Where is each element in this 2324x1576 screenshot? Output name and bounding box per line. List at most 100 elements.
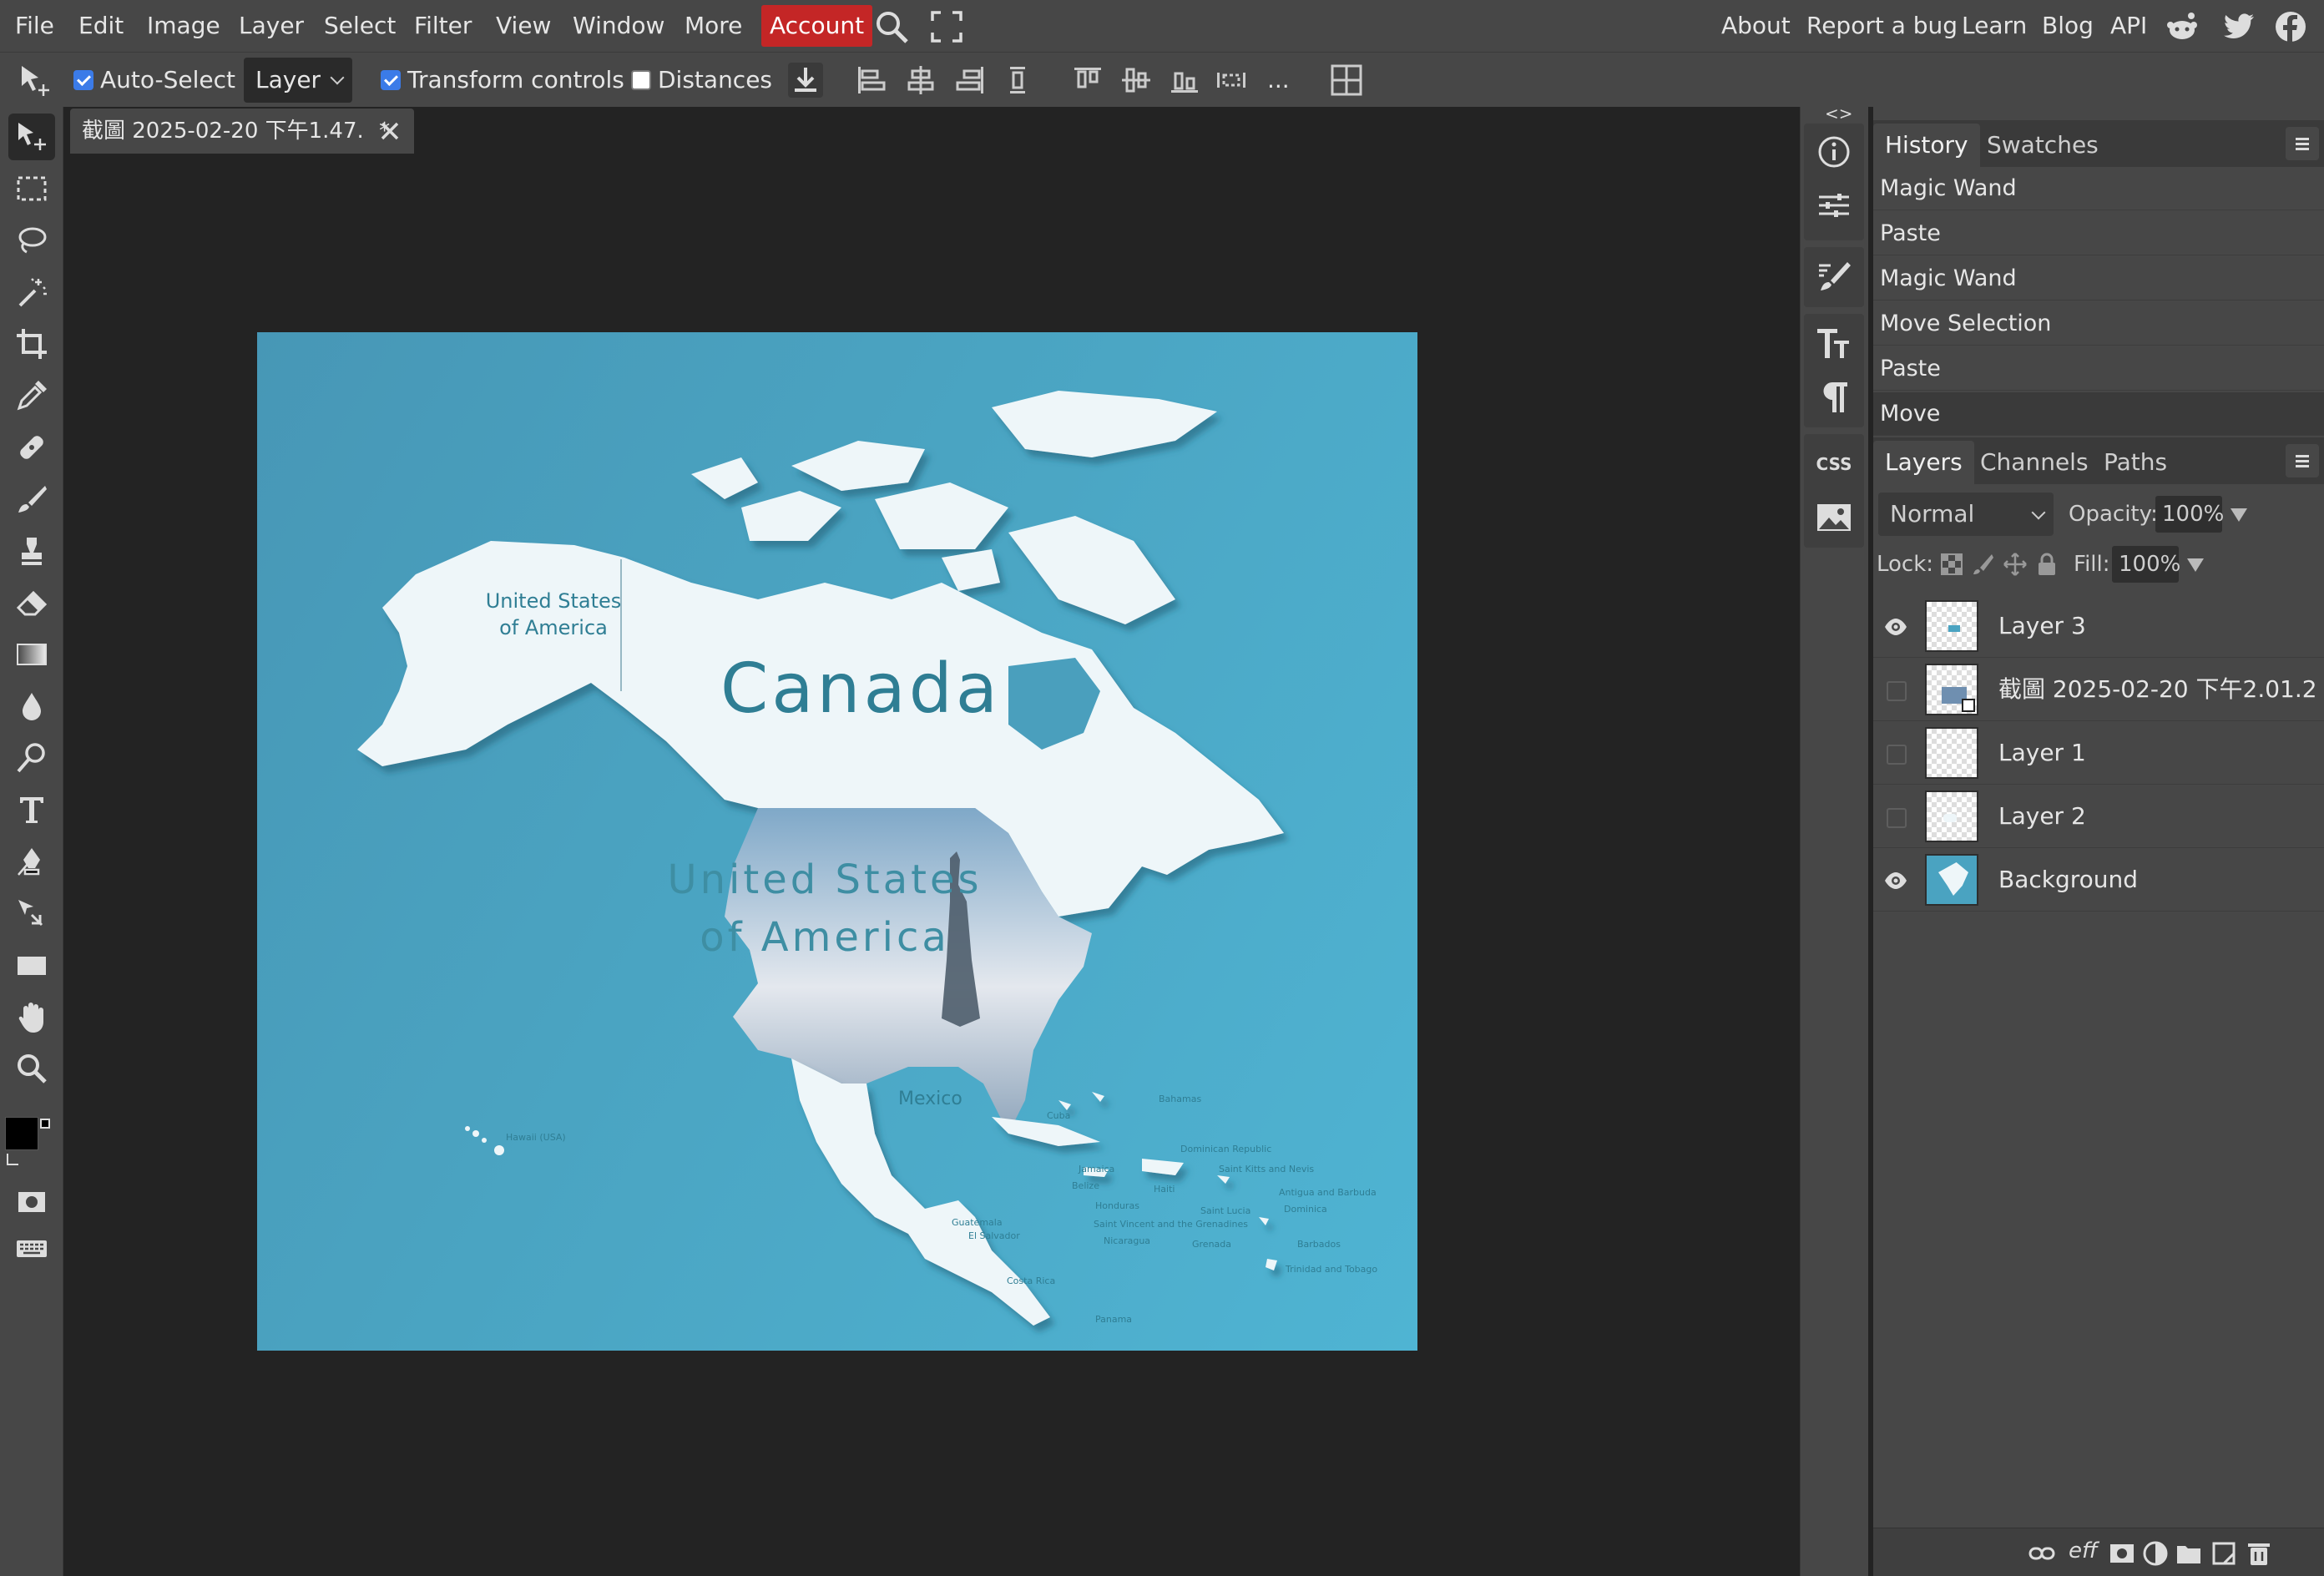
- reddit-icon[interactable]: [2165, 10, 2199, 43]
- lock-pixels-icon[interactable]: [1972, 553, 1995, 576]
- history-item[interactable]: Paste: [1873, 347, 2324, 391]
- zoom-tool[interactable]: [8, 1045, 55, 1092]
- align-left-icon[interactable]: [853, 63, 888, 98]
- history-item-current[interactable]: Move: [1873, 392, 2324, 436]
- menu-report-bug[interactable]: Report a bug: [1806, 0, 1958, 52]
- close-icon[interactable]: [376, 117, 404, 145]
- css-panel-button[interactable]: CSS: [1809, 439, 1859, 489]
- menu-about[interactable]: About: [1721, 0, 1791, 52]
- type-tool[interactable]: [8, 786, 55, 833]
- gradient-tool[interactable]: [8, 631, 55, 678]
- fill-dropdown-icon[interactable]: [2187, 558, 2204, 572]
- collapse-left-panel-icon[interactable]: <>: [1825, 104, 1853, 124]
- pen-tool[interactable]: [8, 838, 55, 885]
- menu-select[interactable]: Select: [324, 0, 396, 52]
- distribute-vertical-icon[interactable]: [1000, 63, 1035, 98]
- menu-more[interactable]: More: [685, 0, 742, 52]
- hand-tool[interactable]: [8, 993, 55, 1040]
- layer-visibility-toggle[interactable]: [1887, 681, 1907, 701]
- document-tab[interactable]: 截圖 2025-02-20 下午1.47. *: [70, 109, 414, 154]
- new-layer-icon[interactable]: [2210, 1540, 2237, 1567]
- layer-row[interactable]: Layer 2: [1873, 785, 2324, 848]
- align-middle-vertical-icon[interactable]: [1119, 63, 1154, 98]
- tab-layers[interactable]: Layers: [1873, 441, 1974, 484]
- info-panel-button[interactable]: [1809, 127, 1859, 177]
- layer-row[interactable]: Background: [1873, 848, 2324, 912]
- clone-stamp-tool[interactable]: [8, 528, 55, 574]
- tab-history[interactable]: History: [1873, 124, 1980, 167]
- menu-view[interactable]: View: [496, 0, 551, 52]
- layer-visibility-toggle[interactable]: [1887, 745, 1907, 765]
- layer-row[interactable]: Layer 1: [1873, 721, 2324, 785]
- rectangle-tool[interactable]: [8, 942, 55, 988]
- paragraph-panel-button[interactable]: [1809, 372, 1859, 422]
- menu-filter[interactable]: Filter: [414, 0, 472, 52]
- auto-select-checkbox[interactable]: [73, 70, 93, 90]
- facebook-icon[interactable]: [2274, 10, 2307, 43]
- adjustment-layer-icon[interactable]: [2142, 1540, 2169, 1567]
- keyboard-button[interactable]: [8, 1225, 55, 1272]
- eye-icon[interactable]: [1883, 868, 1908, 893]
- default-colors-icon[interactable]: [7, 1154, 18, 1165]
- history-panel-menu-button[interactable]: [2286, 127, 2319, 160]
- image-panel-button[interactable]: [1809, 492, 1859, 543]
- layer-visibility-toggle[interactable]: [1887, 808, 1907, 828]
- dodge-tool[interactable]: [8, 735, 55, 781]
- healing-brush-tool[interactable]: [8, 424, 55, 471]
- link-layers-icon[interactable]: [2028, 1540, 2055, 1567]
- add-mask-icon[interactable]: [2109, 1540, 2135, 1567]
- align-right-icon[interactable]: [953, 63, 988, 98]
- eyedropper-tool[interactable]: [8, 372, 55, 419]
- history-item[interactable]: Move Selection: [1873, 302, 2324, 346]
- eraser-tool[interactable]: [8, 579, 55, 626]
- blur-tool[interactable]: [8, 683, 55, 730]
- lock-position-icon[interactable]: [2003, 553, 2027, 576]
- swap-colors-icon[interactable]: [40, 1119, 50, 1129]
- auto-select-target-dropdown[interactable]: Layer: [244, 58, 352, 103]
- layer-effects-button[interactable]: eff: [2069, 1538, 2098, 1563]
- layer-row[interactable]: Layer 3: [1873, 594, 2324, 658]
- layers-panel-menu-button[interactable]: [2286, 444, 2319, 477]
- menu-learn[interactable]: Learn: [1962, 0, 2027, 52]
- tab-paths[interactable]: Paths: [2092, 441, 2179, 484]
- account-button[interactable]: Account: [761, 5, 873, 47]
- search-icon[interactable]: [873, 8, 910, 45]
- menu-blog[interactable]: Blog: [2042, 0, 2094, 52]
- menu-image[interactable]: Image: [147, 0, 220, 52]
- tab-swatches[interactable]: Swatches: [1975, 124, 2110, 167]
- download-icon[interactable]: [788, 63, 823, 98]
- menu-window[interactable]: Window: [573, 0, 664, 52]
- crop-tool[interactable]: [8, 321, 55, 367]
- canvas-image[interactable]: Canada United States of America United S…: [257, 332, 1417, 1351]
- marquee-tool[interactable]: [8, 165, 55, 212]
- opacity-dropdown-icon[interactable]: [2231, 508, 2247, 522]
- menu-api[interactable]: API: [2110, 0, 2147, 52]
- align-bottom-icon[interactable]: [1167, 63, 1202, 98]
- fullscreen-icon[interactable]: [930, 10, 963, 43]
- opacity-input[interactable]: 100%: [2155, 496, 2224, 533]
- menu-file[interactable]: File: [15, 0, 54, 52]
- brush-tool[interactable]: [8, 476, 55, 523]
- lasso-tool[interactable]: [8, 217, 55, 264]
- menu-layer[interactable]: Layer: [239, 0, 304, 52]
- quick-mask-button[interactable]: [8, 1179, 55, 1225]
- grid-icon[interactable]: [1329, 63, 1364, 98]
- eye-icon[interactable]: [1883, 614, 1908, 639]
- path-select-tool[interactable]: [8, 890, 55, 937]
- distances-checkbox[interactable]: [631, 70, 651, 90]
- history-item[interactable]: Magic Wand: [1873, 167, 2324, 210]
- blend-mode-dropdown[interactable]: Normal: [1878, 492, 2054, 536]
- align-top-icon[interactable]: [1070, 63, 1105, 98]
- more-options-button[interactable]: ...: [1267, 53, 1290, 108]
- lock-all-icon[interactable]: [2035, 553, 2059, 576]
- magic-wand-tool[interactable]: [8, 269, 55, 316]
- menu-edit[interactable]: Edit: [78, 0, 124, 52]
- history-item[interactable]: Magic Wand: [1873, 257, 2324, 301]
- move-tool[interactable]: [8, 114, 55, 160]
- character-panel-button[interactable]: [1809, 319, 1859, 369]
- fill-input[interactable]: 100%: [2112, 546, 2180, 583]
- adjustments-panel-button[interactable]: [1809, 180, 1859, 230]
- align-center-horizontal-icon[interactable]: [903, 63, 938, 98]
- brush-panel-button[interactable]: [1809, 252, 1859, 302]
- tab-channels[interactable]: Channels: [1968, 441, 2100, 484]
